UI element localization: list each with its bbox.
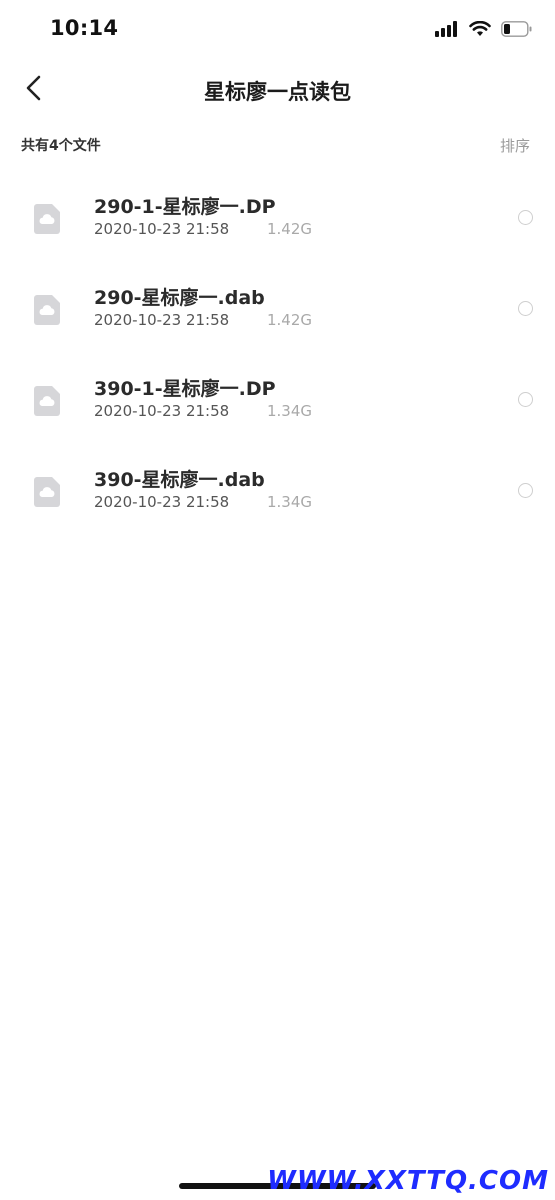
cloud-file-icon bbox=[34, 204, 60, 234]
file-count: 共有4个文件 bbox=[21, 138, 101, 154]
signal-icon bbox=[435, 21, 459, 41]
cloud-file-icon bbox=[34, 295, 60, 325]
file-date: 2020-10-23 21:58 bbox=[94, 220, 230, 238]
select-radio[interactable] bbox=[518, 301, 533, 316]
wifi-icon bbox=[469, 20, 491, 41]
file-row[interactable]: 290-星标廖一.dab 2020-10-23 21:58 1.42G bbox=[0, 263, 555, 354]
file-list: 290-1-星标廖一.DP 2020-10-23 21:58 1.42G 290… bbox=[0, 172, 555, 536]
file-name: 290-星标廖一.dab bbox=[94, 287, 265, 309]
file-name: 390-1-星标廖一.DP bbox=[94, 378, 276, 400]
file-size: 1.34G bbox=[267, 493, 313, 511]
sort-button[interactable]: 排序 bbox=[500, 135, 530, 156]
file-name: 390-星标廖一.dab bbox=[94, 469, 265, 491]
file-row[interactable]: 390-星标廖一.dab 2020-10-23 21:58 1.34G bbox=[0, 445, 555, 536]
list-header: 共有4个文件 排序 bbox=[0, 130, 555, 160]
file-size: 1.34G bbox=[267, 402, 313, 420]
cloud-file-icon bbox=[34, 386, 60, 416]
file-row[interactable]: 290-1-星标廖一.DP 2020-10-23 21:58 1.42G bbox=[0, 172, 555, 263]
nav-bar: 星标廖一点读包 bbox=[0, 60, 555, 120]
select-radio[interactable] bbox=[518, 392, 533, 407]
file-size: 1.42G bbox=[267, 220, 313, 238]
status-bar: 10:14 bbox=[0, 0, 555, 60]
file-date: 2020-10-23 21:58 bbox=[94, 493, 230, 511]
page-title: 星标廖一点读包 bbox=[204, 80, 351, 104]
select-radio[interactable] bbox=[518, 483, 533, 498]
battery-icon bbox=[501, 21, 533, 41]
status-icons bbox=[435, 20, 533, 42]
watermark: WWW.XXTTQ.COM bbox=[267, 1166, 549, 1196]
select-radio[interactable] bbox=[518, 210, 533, 225]
file-date: 2020-10-23 21:58 bbox=[94, 402, 230, 420]
file-date: 2020-10-23 21:58 bbox=[94, 311, 230, 329]
cloud-file-icon bbox=[34, 477, 60, 507]
file-size: 1.42G bbox=[267, 311, 313, 329]
status-time: 10:14 bbox=[50, 16, 119, 40]
file-name: 290-1-星标廖一.DP bbox=[94, 196, 276, 218]
file-row[interactable]: 390-1-星标廖一.DP 2020-10-23 21:58 1.34G bbox=[0, 354, 555, 445]
